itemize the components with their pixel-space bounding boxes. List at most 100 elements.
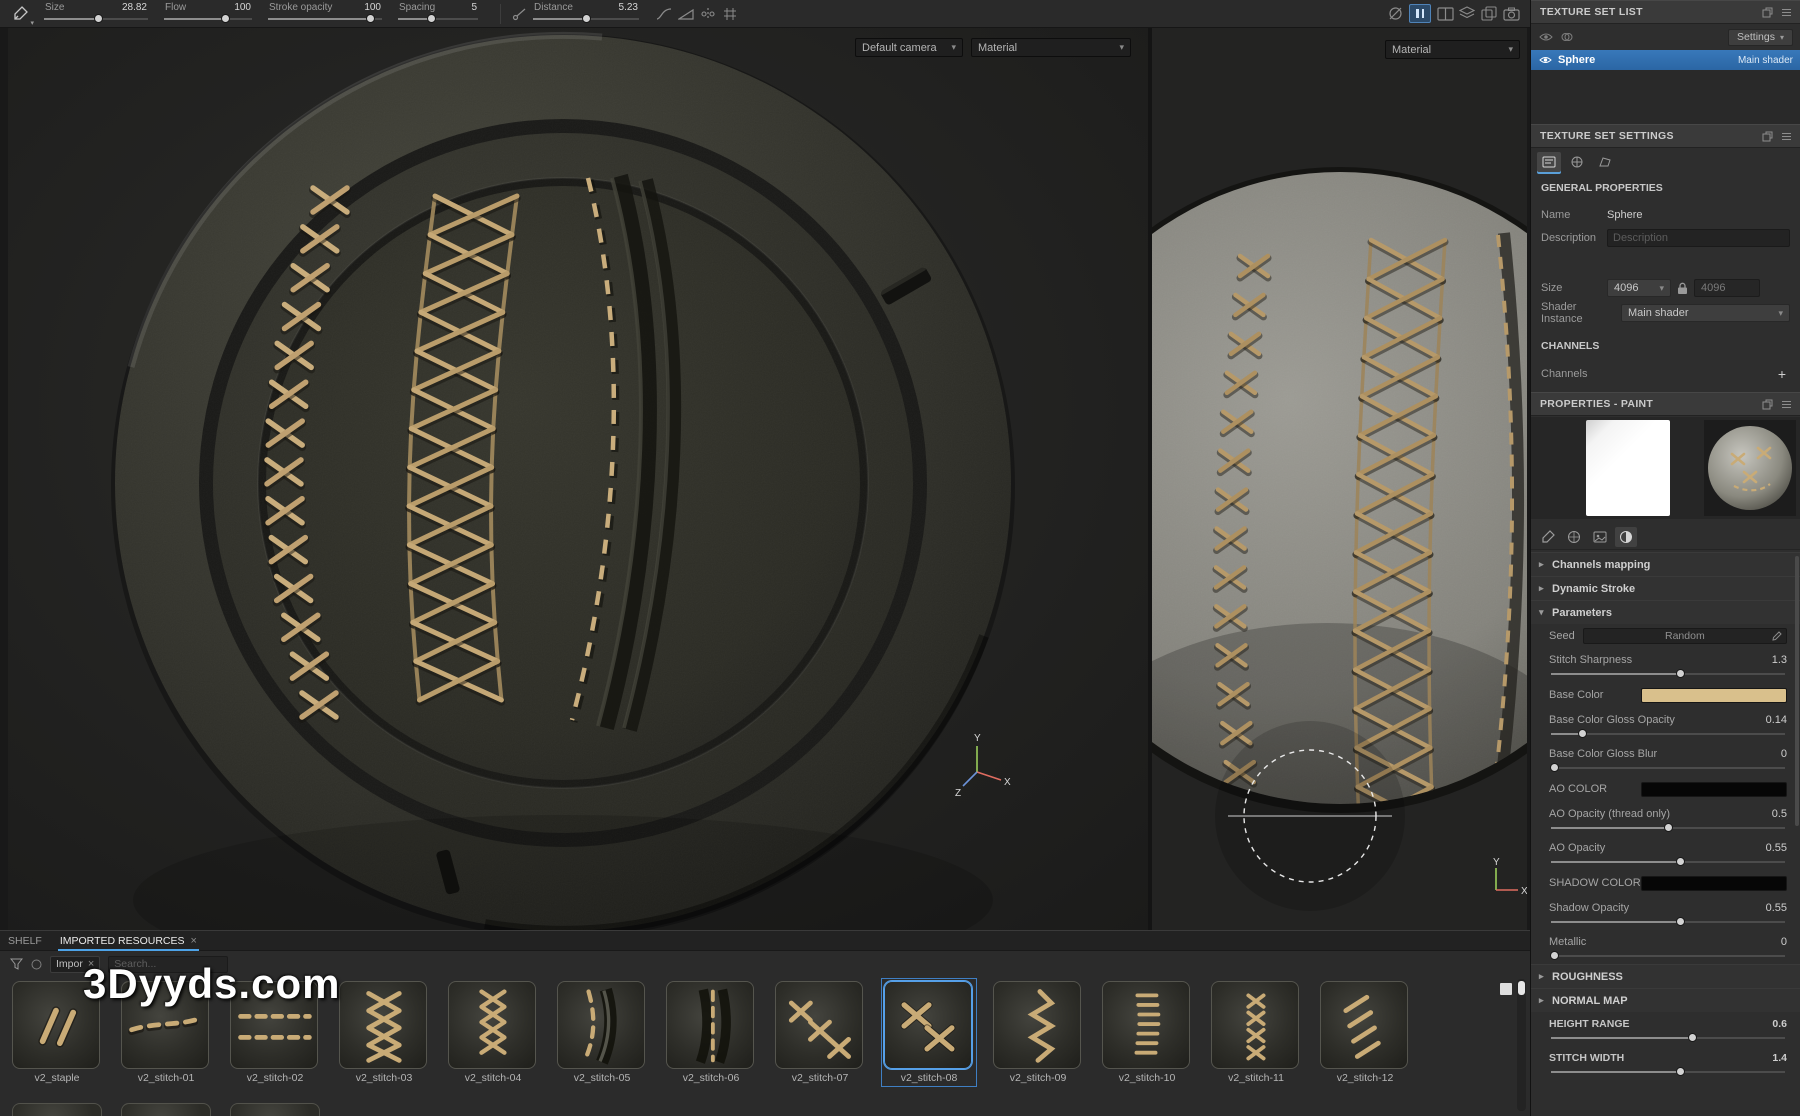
seed-random-button[interactable]: Random bbox=[1583, 628, 1787, 644]
resource-thumbnail[interactable] bbox=[121, 981, 209, 1069]
panel-scrollbar[interactable] bbox=[1795, 556, 1799, 826]
resource-thumbnail[interactable] bbox=[448, 981, 536, 1069]
paint-brush-tool-icon[interactable]: ▾ bbox=[8, 3, 32, 25]
viewport-2d[interactable]: Material▾ Y X bbox=[1152, 28, 1527, 930]
filter-chip[interactable]: Impor × bbox=[50, 956, 100, 973]
pen-pressure-icon[interactable] bbox=[675, 4, 697, 24]
tab-general-icon[interactable] bbox=[1537, 152, 1561, 172]
viewport-3d[interactable]: Default camera▾ Material▾ Y X Z bbox=[8, 28, 1148, 930]
resource-v2_stitch-03[interactable]: v2_stitch-03 bbox=[339, 981, 429, 1084]
close-tab-icon[interactable]: × bbox=[191, 935, 197, 947]
name-value[interactable]: Sphere bbox=[1607, 209, 1642, 221]
undock-icon[interactable] bbox=[1762, 399, 1773, 410]
ao-opacity-slider[interactable] bbox=[1549, 856, 1787, 867]
resource-v2_stitch-07[interactable]: v2_stitch-07 bbox=[775, 981, 865, 1084]
resource-thumbnail[interactable] bbox=[666, 981, 754, 1069]
shelf-item-partial[interactable] bbox=[12, 1103, 102, 1116]
spacing-slider[interactable] bbox=[396, 13, 480, 24]
pause-engine-button[interactable] bbox=[1409, 4, 1431, 23]
metallic-slider[interactable] bbox=[1549, 950, 1787, 961]
distance-slider[interactable] bbox=[531, 13, 641, 24]
filter-funnel-icon[interactable] bbox=[10, 958, 23, 970]
resource-thumbnail[interactable] bbox=[993, 981, 1081, 1069]
shelf-scrollbar[interactable] bbox=[1517, 979, 1526, 1111]
camera-select[interactable]: Default camera▾ bbox=[855, 38, 963, 57]
tab-channels-icon[interactable] bbox=[1565, 152, 1589, 172]
base-color-swatch[interactable] bbox=[1641, 688, 1787, 703]
section-dynamic-stroke[interactable]: ▸Dynamic Stroke bbox=[1531, 576, 1800, 600]
resource-thumbnail[interactable] bbox=[230, 981, 318, 1069]
shelf-item-partial[interactable] bbox=[230, 1103, 320, 1116]
particles-tab-icon[interactable] bbox=[1563, 527, 1585, 547]
lazy-mouse-icon[interactable] bbox=[509, 4, 531, 24]
sync-icon[interactable] bbox=[31, 959, 42, 970]
shadow-opacity-slider[interactable] bbox=[1549, 916, 1787, 927]
resource-thumbnail[interactable] bbox=[1320, 981, 1408, 1069]
blend-icon[interactable] bbox=[1561, 32, 1573, 42]
shader-instance-select[interactable]: Main shader▾ bbox=[1621, 304, 1790, 322]
section-roughness[interactable]: ▸ROUGHNESS bbox=[1531, 964, 1800, 988]
panel-menu-icon[interactable] bbox=[1781, 399, 1792, 410]
grid-snap-icon[interactable] bbox=[719, 4, 741, 24]
section-parameters[interactable]: ▾Parameters bbox=[1531, 600, 1800, 624]
spacing-value[interactable]: 5 bbox=[471, 2, 477, 13]
tab-mesh-maps-icon[interactable] bbox=[1593, 152, 1617, 172]
stack-icon[interactable] bbox=[1456, 4, 1478, 24]
resource-v2_stitch-09[interactable]: v2_stitch-09 bbox=[993, 981, 1083, 1084]
shading-mode-select-3d[interactable]: Material▾ bbox=[971, 38, 1131, 57]
shadow-color-swatch[interactable] bbox=[1641, 876, 1787, 891]
add-channel-button[interactable]: + bbox=[1774, 366, 1790, 382]
resource-thumbnail[interactable] bbox=[775, 981, 863, 1069]
resource-thumbnail[interactable] bbox=[1211, 981, 1299, 1069]
height-range-slider[interactable] bbox=[1549, 1032, 1787, 1043]
panel-menu-icon[interactable] bbox=[1781, 131, 1792, 142]
resource-v2_stitch-04[interactable]: v2_stitch-04 bbox=[448, 981, 538, 1084]
hide-overlay-icon[interactable] bbox=[1384, 4, 1406, 24]
undock-icon[interactable] bbox=[1762, 7, 1773, 18]
flow-value[interactable]: 100 bbox=[234, 2, 251, 13]
clear-filter-icon[interactable]: × bbox=[88, 958, 94, 970]
size-slider[interactable] bbox=[42, 13, 150, 24]
layers-stack-icon[interactable] bbox=[1478, 4, 1500, 24]
stitch-width-slider[interactable] bbox=[1549, 1066, 1787, 1077]
resource-v2_staple[interactable]: v2_staple bbox=[12, 981, 102, 1084]
stencil-tab-icon[interactable] bbox=[1589, 527, 1611, 547]
resource-thumbnail[interactable] bbox=[884, 981, 972, 1069]
brush-material-preview[interactable] bbox=[1704, 420, 1796, 516]
thumbnail-size-button[interactable] bbox=[1500, 983, 1512, 995]
eye-icon[interactable] bbox=[1539, 55, 1552, 65]
material-tab-icon[interactable] bbox=[1615, 527, 1637, 547]
tab-imported-resources[interactable]: IMPORTED RESOURCES × bbox=[58, 931, 199, 951]
eye-icon[interactable] bbox=[1539, 32, 1553, 42]
brush-alpha-preview[interactable] bbox=[1586, 420, 1670, 516]
base-color-gloss-blur-slider[interactable] bbox=[1549, 762, 1787, 773]
base-color-gloss-opacity-slider[interactable] bbox=[1549, 728, 1787, 739]
shelf-search-input[interactable] bbox=[108, 956, 228, 973]
stroke-opacity-value[interactable]: 100 bbox=[364, 2, 381, 13]
symmetry-icon[interactable] bbox=[697, 4, 719, 24]
flow-slider[interactable] bbox=[162, 13, 254, 24]
resource-thumbnail[interactable] bbox=[339, 981, 427, 1069]
shelf-item-partial[interactable] bbox=[121, 1103, 211, 1116]
resource-v2_stitch-01[interactable]: v2_stitch-01 bbox=[121, 981, 211, 1084]
shading-mode-select-2d[interactable]: Material▾ bbox=[1385, 40, 1520, 59]
resource-v2_stitch-06[interactable]: v2_stitch-06 bbox=[666, 981, 756, 1084]
resource-v2_stitch-02[interactable]: v2_stitch-02 bbox=[230, 981, 320, 1084]
size-select[interactable]: 4096▾ bbox=[1607, 279, 1671, 297]
settings-button[interactable]: Settings ▾ bbox=[1728, 29, 1793, 46]
texture-set-row-sphere[interactable]: Sphere Main shader bbox=[1531, 50, 1800, 70]
resource-v2_stitch-10[interactable]: v2_stitch-10 bbox=[1102, 981, 1192, 1084]
distance-value[interactable]: 5.23 bbox=[619, 2, 638, 13]
stitch-sharpness-slider[interactable] bbox=[1549, 668, 1787, 679]
ao-opacity-thread-slider[interactable] bbox=[1549, 822, 1787, 833]
size-value[interactable]: 28.82 bbox=[122, 2, 147, 13]
edit-pencil-icon[interactable] bbox=[1772, 631, 1782, 641]
resource-v2_stitch-11[interactable]: v2_stitch-11 bbox=[1211, 981, 1301, 1084]
brush-tab-icon[interactable] bbox=[1537, 527, 1559, 547]
resource-thumbnail[interactable] bbox=[12, 981, 100, 1069]
section-normal-map[interactable]: ▸NORMAL MAP bbox=[1531, 988, 1800, 1012]
panel-menu-icon[interactable] bbox=[1781, 7, 1792, 18]
tab-shelf[interactable]: SHELF bbox=[6, 931, 44, 951]
resource-thumbnail[interactable] bbox=[1102, 981, 1190, 1069]
split-view-icon[interactable] bbox=[1434, 4, 1456, 24]
